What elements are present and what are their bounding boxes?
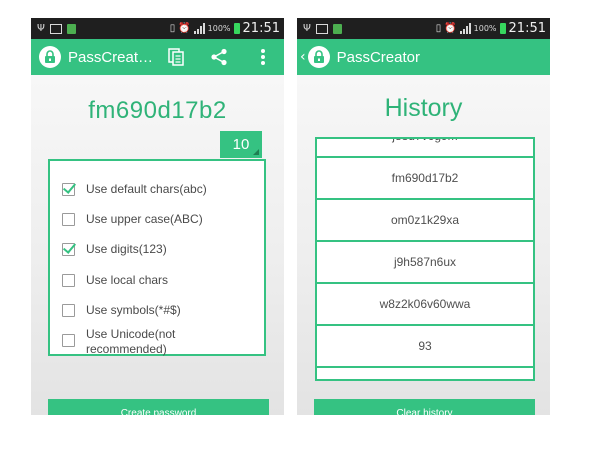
history-item[interactable]: 93: [317, 326, 533, 368]
option-upper-case[interactable]: Use upper case(ABC): [62, 212, 216, 227]
checkbox-digits[interactable]: [62, 243, 75, 256]
app-title: PassCreator: [336, 48, 420, 66]
checkbox-unicode[interactable]: [62, 334, 75, 347]
clock: 21:51: [242, 21, 280, 36]
clear-history-button[interactable]: Clear history: [314, 399, 535, 415]
copy-icon[interactable]: [166, 47, 186, 67]
image-notification-icon: [315, 23, 328, 34]
options-panel: Use default chars(abc) Use upper case(AB…: [48, 159, 266, 356]
option-label: Use local chars: [86, 273, 169, 287]
option-label: Use digits(123): [86, 242, 167, 256]
history-item[interactable]: om0z1k29xa: [317, 200, 533, 242]
alarm-icon: ⏰: [178, 23, 191, 34]
app-lock-icon[interactable]: [39, 46, 61, 68]
history-list[interactable]: j88d7v6g9m fm690d17b2 om0z1k29xa j9h587n…: [315, 137, 535, 381]
usb-icon: Ψ: [303, 23, 311, 34]
battery-icon: [499, 23, 506, 34]
app-lock-icon[interactable]: [307, 46, 330, 68]
status-bar: Ψ ▯ ⏰ 100% 21:51: [31, 18, 284, 39]
share-icon[interactable]: [209, 47, 229, 67]
length-value: 10: [232, 136, 250, 153]
option-label: Use symbols(*#$): [86, 303, 181, 317]
generated-password[interactable]: fm690d17b2: [31, 97, 284, 125]
app-bar: ‹ PassCreator: [297, 39, 550, 75]
battery-percent: 100%: [473, 24, 497, 33]
history-item[interactable]: j88d7v6g9m: [317, 139, 533, 158]
option-local-chars[interactable]: Use local chars: [62, 273, 216, 288]
history-item[interactable]: w8z2k06v60wwa: [317, 284, 533, 326]
history-screen: Ψ ▯ ⏰ 100% 21:51 ‹ PassCreator History j…: [297, 18, 550, 415]
history-title: History: [384, 94, 463, 122]
sdcard-icon: [66, 23, 76, 34]
option-label: Use default chars(abc): [86, 182, 207, 196]
sdcard-icon: [332, 23, 342, 34]
history-item[interactable]: j9h587n6ux: [317, 242, 533, 284]
option-unicode[interactable]: Use Unicode(not recommended): [62, 327, 216, 357]
checkbox-symbols[interactable]: [62, 304, 75, 317]
battery-icon: [233, 23, 240, 34]
generator-screen: Ψ ▯ ⏰ 100% 21:51 PassCreat… fm690d17b2 1: [31, 18, 284, 415]
alarm-icon: ⏰: [444, 23, 457, 34]
signal-icon: [459, 23, 471, 34]
vibrate-icon: ▯: [435, 23, 442, 34]
app-title: PassCreat…: [68, 48, 154, 66]
checkbox-local-chars[interactable]: [62, 274, 75, 287]
checkbox-default-chars[interactable]: [62, 183, 75, 196]
signal-icon: [193, 23, 205, 34]
overflow-menu-icon[interactable]: [253, 47, 273, 67]
image-notification-icon: [49, 23, 62, 34]
length-selector[interactable]: 10: [220, 131, 262, 158]
history-item[interactable]: fm690d17b2: [317, 158, 533, 200]
vibrate-icon: ▯: [169, 23, 176, 34]
dropdown-corner-icon: [253, 149, 259, 155]
usb-icon: Ψ: [37, 23, 45, 34]
create-password-button[interactable]: Create password: [48, 399, 269, 415]
checkbox-upper-case[interactable]: [62, 213, 75, 226]
app-bar: PassCreat…: [31, 39, 284, 75]
back-chevron-icon[interactable]: ‹: [300, 49, 306, 65]
option-label: Use upper case(ABC): [86, 212, 203, 226]
status-bar: Ψ ▯ ⏰ 100% 21:51: [297, 18, 550, 39]
option-label: Use Unicode(not recommended): [86, 327, 176, 356]
option-digits[interactable]: Use digits(123): [62, 242, 216, 257]
battery-percent: 100%: [207, 24, 231, 33]
option-default-chars[interactable]: Use default chars(abc): [62, 182, 216, 197]
option-symbols[interactable]: Use symbols(*#$): [62, 303, 216, 318]
clock: 21:51: [508, 21, 546, 36]
